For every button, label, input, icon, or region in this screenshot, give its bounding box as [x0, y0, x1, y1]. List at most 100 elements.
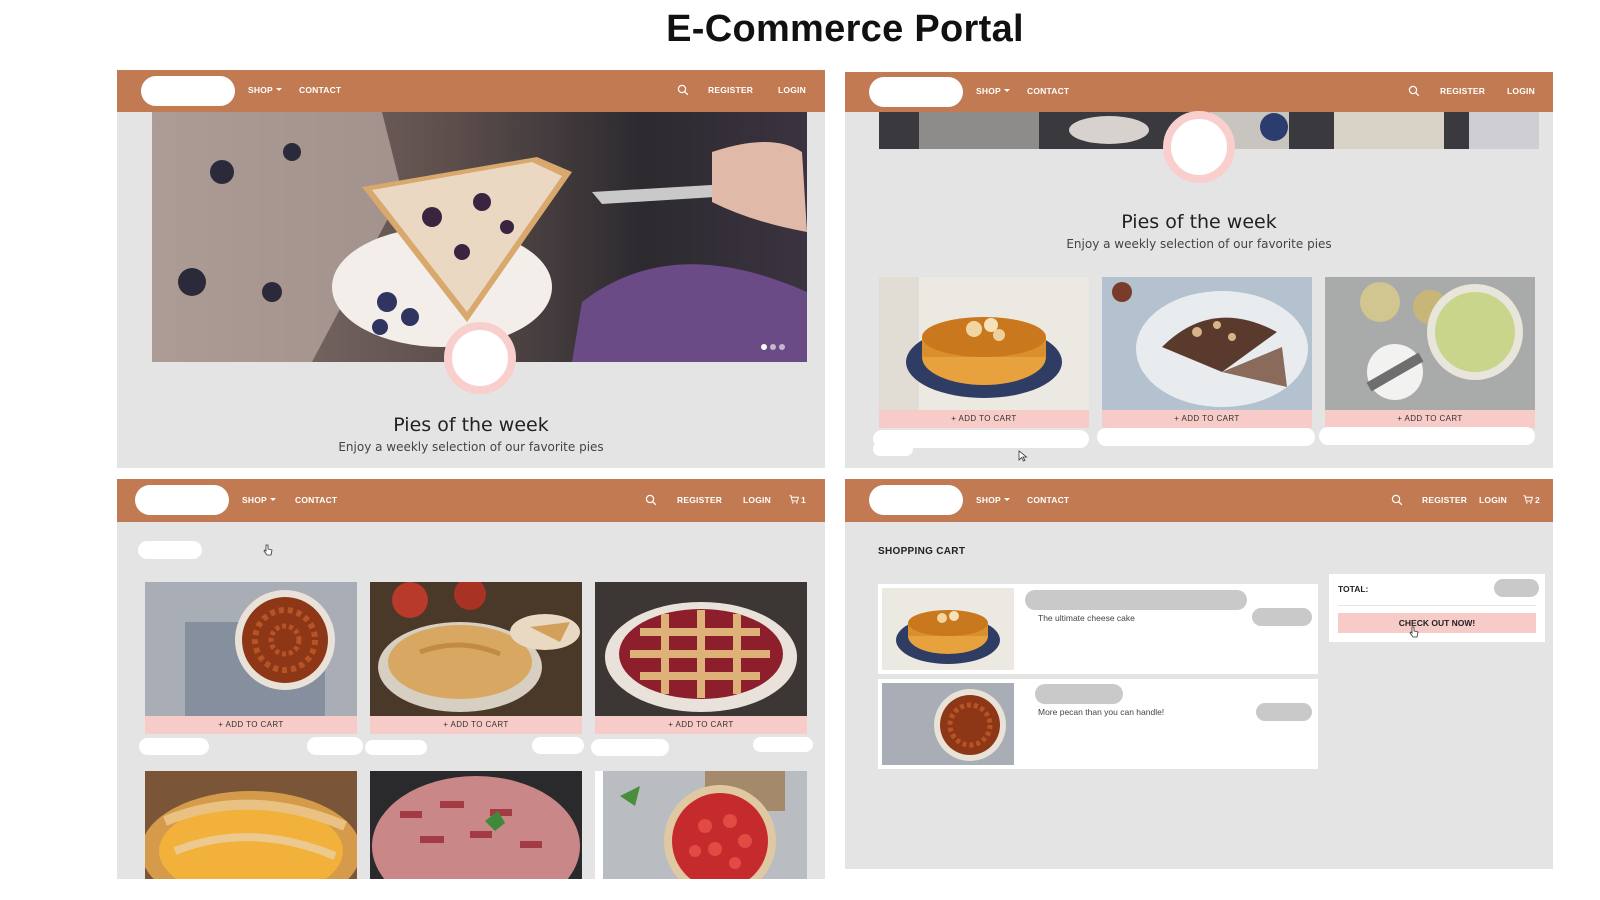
section-subtitle: Enjoy a weekly selection of our favorite…: [338, 440, 604, 454]
logo[interactable]: [141, 76, 235, 106]
product-card[interactable]: [145, 771, 357, 879]
caramel-cheesecake-photo: [882, 588, 1014, 670]
cart-item-image[interactable]: [882, 588, 1014, 670]
nav-login[interactable]: LOGIN: [1479, 495, 1507, 505]
hand-cursor-icon: [263, 544, 273, 556]
nav-register[interactable]: REGISTER: [1422, 495, 1467, 505]
caramel-cheesecake-photo: [879, 277, 1089, 410]
nav-cart[interactable]: 1: [789, 495, 806, 505]
logo-badge: [444, 322, 516, 394]
search-icon[interactable]: [1391, 494, 1403, 506]
product-image[interactable]: [879, 277, 1089, 410]
chevron-down-icon: [1003, 498, 1010, 501]
navbar: SHOP CONTACT REGISTER LOGIN 2: [845, 479, 1553, 522]
product-image[interactable]: [595, 771, 807, 879]
logo[interactable]: [135, 485, 229, 515]
cherry-lattice-pie-photo: [595, 582, 807, 716]
screenshot-shopping-cart: SHOP CONTACT REGISTER LOGIN 2 SHOPPING C…: [845, 479, 1553, 869]
cart-item: More pecan than you can handle!: [878, 679, 1318, 769]
nav-register[interactable]: REGISTER: [677, 495, 722, 505]
logo[interactable]: [869, 485, 963, 515]
screenshot-pies-of-week: SHOP CONTACT REGISTER LOGIN Pies of the …: [845, 72, 1553, 468]
navbar: SHOP CONTACT REGISTER LOGIN: [117, 70, 825, 112]
redacted-price: [532, 737, 584, 754]
redacted-item-name: [1025, 590, 1247, 610]
search-icon[interactable]: [645, 494, 657, 506]
redacted-item-name: [1035, 684, 1123, 704]
chevron-down-icon: [269, 498, 276, 501]
pecan-pie-photo: [145, 582, 357, 716]
rhubarb-pie-photo: [370, 771, 582, 879]
pecan-pie-photo: [882, 683, 1014, 765]
section-subtitle: Enjoy a weekly selection of our favorite…: [1066, 237, 1332, 251]
nav-shop[interactable]: SHOP: [976, 86, 1010, 96]
search-icon[interactable]: [677, 84, 689, 96]
product-image[interactable]: [370, 582, 582, 716]
product-image[interactable]: [595, 582, 807, 716]
product-card[interactable]: [595, 771, 807, 879]
search-icon[interactable]: [1408, 85, 1420, 97]
cart-item-image[interactable]: [882, 683, 1014, 765]
product-image[interactable]: [145, 582, 357, 716]
product-image[interactable]: [145, 771, 357, 879]
section-title: Pies of the week: [1121, 211, 1277, 233]
nav-shop[interactable]: SHOP: [976, 495, 1010, 505]
navbar: SHOP CONTACT REGISTER LOGIN: [845, 72, 1553, 112]
nav-login[interactable]: LOGIN: [778, 85, 806, 95]
nav-contact[interactable]: CONTACT: [1027, 86, 1069, 96]
cart-item-description: More pecan than you can handle!: [1038, 707, 1165, 717]
navbar: SHOP CONTACT REGISTER LOGIN 1: [117, 479, 825, 522]
redacted-price: [753, 737, 813, 752]
cart-item: The ultimate cheese cake: [878, 584, 1318, 674]
redacted-title: [1319, 427, 1535, 445]
cart-heading: SHOPPING CART: [878, 546, 966, 557]
add-to-cart-button[interactable]: + ADD TO CART: [370, 716, 582, 734]
cart-item-description: The ultimate cheese cake: [1038, 613, 1135, 623]
add-to-cart-button[interactable]: + ADD TO CART: [595, 716, 807, 734]
page-title: E-Commerce Portal: [666, 8, 1024, 50]
product-card[interactable]: + ADD TO CART: [595, 582, 807, 734]
pistachio-pie-photo: [1325, 277, 1535, 410]
redacted-title: [591, 739, 669, 756]
product-card[interactable]: + ADD TO CART: [145, 582, 357, 734]
redacted-price: [307, 737, 363, 755]
hand-cursor-icon: [1409, 626, 1419, 638]
carousel-dots[interactable]: [761, 344, 785, 350]
screenshot-home-hero: SHOP CONTACT REGISTER LOGIN Pies of the …: [117, 70, 825, 468]
logo-badge: [1163, 111, 1235, 183]
nav-login[interactable]: LOGIN: [743, 495, 771, 505]
redacted-title: [139, 738, 209, 755]
nav-shop[interactable]: SHOP: [248, 85, 282, 95]
logo[interactable]: [869, 77, 963, 107]
product-image[interactable]: [1325, 277, 1535, 410]
product-image[interactable]: [370, 771, 582, 879]
carousel-dot[interactable]: [770, 344, 776, 350]
product-card[interactable]: + ADD TO CART: [1102, 277, 1312, 428]
nav-register[interactable]: REGISTER: [708, 85, 753, 95]
product-card[interactable]: + ADD TO CART: [370, 582, 582, 734]
nav-contact[interactable]: CONTACT: [295, 495, 337, 505]
add-to-cart-button[interactable]: + ADD TO CART: [879, 410, 1089, 428]
product-image[interactable]: [1102, 277, 1312, 410]
mouse-cursor-icon: [1018, 450, 1028, 462]
nav-login[interactable]: LOGIN: [1507, 86, 1535, 96]
redacted-title: [1097, 428, 1315, 446]
add-to-cart-button[interactable]: + ADD TO CART: [145, 716, 357, 734]
checkout-button[interactable]: CHECK OUT NOW!: [1338, 613, 1536, 633]
add-to-cart-button[interactable]: + ADD TO CART: [1325, 410, 1535, 428]
nav-contact[interactable]: CONTACT: [1027, 495, 1069, 505]
nav-shop[interactable]: SHOP: [242, 495, 276, 505]
nav-cart[interactable]: 2: [1523, 495, 1540, 505]
total-label: TOTAL:: [1338, 584, 1369, 594]
product-card[interactable]: + ADD TO CART: [879, 277, 1089, 428]
product-card[interactable]: [370, 771, 582, 879]
nav-register[interactable]: REGISTER: [1440, 86, 1485, 96]
carousel-dot[interactable]: [761, 344, 767, 350]
add-to-cart-button[interactable]: + ADD TO CART: [1102, 410, 1312, 428]
product-card[interactable]: + ADD TO CART: [1325, 277, 1535, 428]
redacted-item-price: [1252, 608, 1312, 626]
carousel-dot[interactable]: [779, 344, 785, 350]
nav-contact[interactable]: CONTACT: [299, 85, 341, 95]
chevron-down-icon: [1003, 89, 1010, 92]
section-title: Pies of the week: [393, 414, 549, 436]
